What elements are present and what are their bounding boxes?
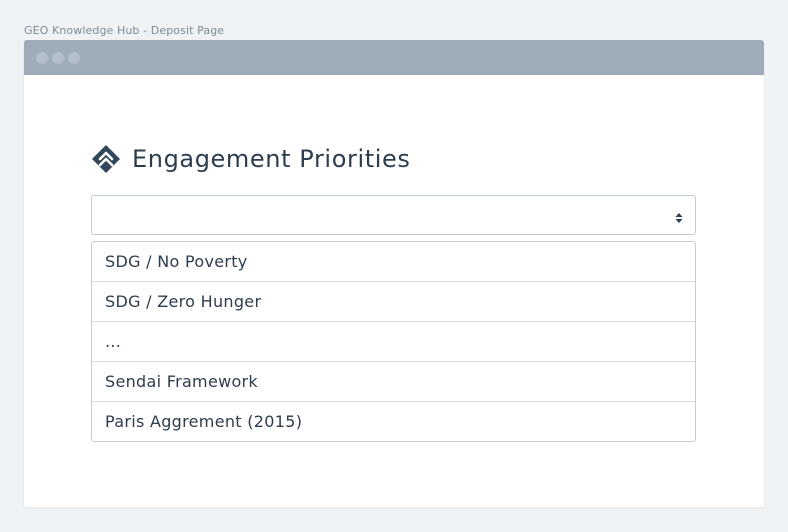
- sort-arrows-icon: [675, 209, 683, 223]
- double-chevron-up-icon: [90, 143, 122, 175]
- browser-window: Engagement Priorities SDG / No Poverty S…: [24, 40, 764, 507]
- option-sdg-no-poverty[interactable]: SDG / No Poverty: [92, 242, 695, 282]
- engagement-priorities-select[interactable]: [91, 195, 696, 235]
- window-maximize-dot[interactable]: [68, 52, 80, 64]
- section-heading: Engagement Priorities: [90, 143, 410, 175]
- window-minimize-dot[interactable]: [52, 52, 64, 64]
- page-caption: GEO Knowledge Hub - Deposit Page: [24, 24, 225, 37]
- dropdown-options-list: SDG / No Poverty SDG / Zero Hunger ... S…: [91, 241, 696, 442]
- option-sendai-framework[interactable]: Sendai Framework: [92, 362, 695, 402]
- window-close-dot[interactable]: [36, 52, 48, 64]
- option-paris-agreement[interactable]: Paris Aggrement (2015): [92, 402, 695, 441]
- window-titlebar: [24, 40, 764, 75]
- option-sdg-zero-hunger[interactable]: SDG / Zero Hunger: [92, 282, 695, 322]
- option-ellipsis[interactable]: ...: [92, 322, 695, 362]
- section-title: Engagement Priorities: [132, 145, 411, 173]
